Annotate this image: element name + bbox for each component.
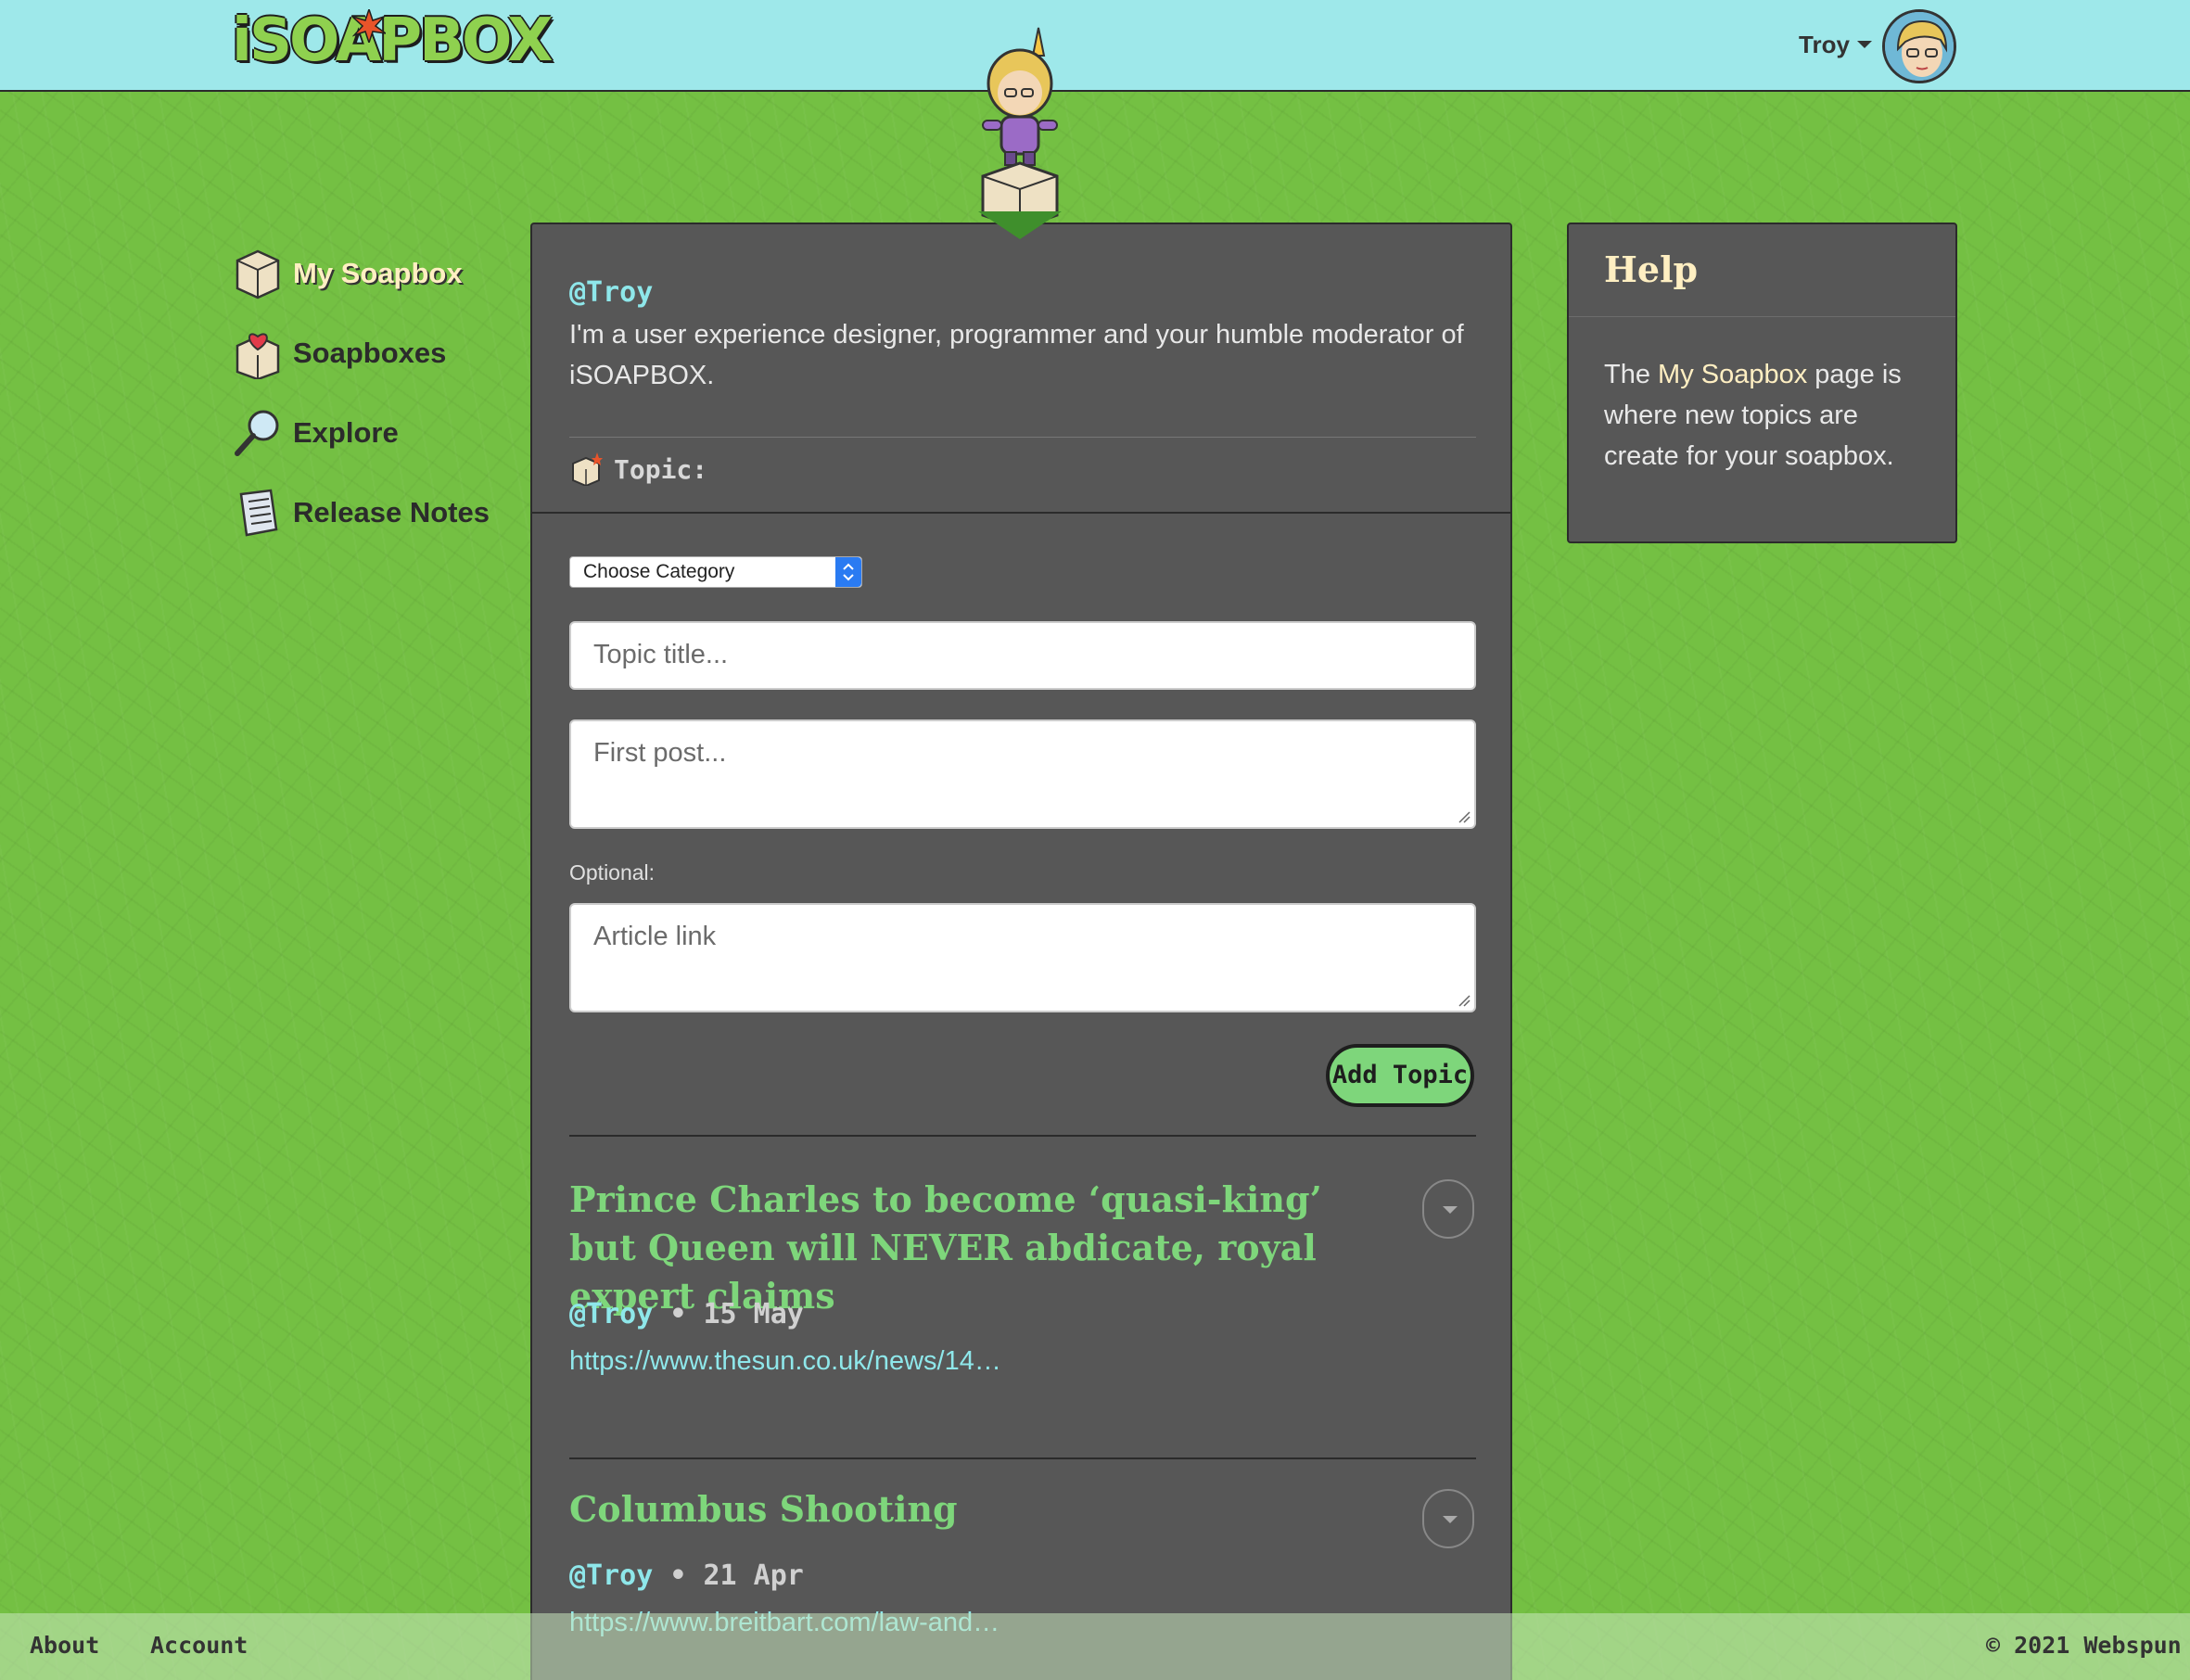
topic-meta: @Troy • 21 Apr [569, 1559, 804, 1592]
help-title: Help [1569, 224, 1955, 317]
panel-notch [978, 211, 1062, 239]
section-divider [532, 512, 1510, 514]
first-post-placeholder: First post... [593, 738, 727, 768]
nav-label: My Soapbox [293, 257, 463, 289]
optional-label: Optional: [569, 860, 656, 885]
add-topic-button[interactable]: Add Topic [1326, 1044, 1474, 1107]
article-link-placeholder: Article link [593, 922, 717, 951]
soapbox-heart-icon [236, 333, 280, 379]
nav-item-release-notes[interactable]: Release Notes [232, 484, 490, 541]
nav-item-my-soapbox[interactable]: My Soapbox [232, 245, 490, 302]
divider [569, 1135, 1476, 1137]
user-name: Troy [1799, 30, 1850, 58]
avatar[interactable] [1882, 9, 1956, 83]
main-panel: @Troy I'm a user experience designer, pr… [530, 223, 1512, 1680]
help-text: The [1604, 360, 1659, 389]
new-topic-icon [572, 452, 603, 486]
divider [569, 437, 1476, 438]
footer-link-account[interactable]: Account [150, 1632, 248, 1659]
chevron-down-icon [1443, 1516, 1458, 1523]
topic-author[interactable]: @Troy [569, 1298, 653, 1330]
help-body: The My Soapbox page is where new topics … [1569, 317, 1955, 514]
category-select[interactable]: Choose Category [569, 556, 862, 588]
mascot-on-soapbox-icon [981, 27, 1059, 228]
copyright: © 2021 Webspun [1986, 1632, 2182, 1659]
topic-menu-button[interactable] [1422, 1489, 1474, 1548]
site-logo[interactable]: iSOAPBOX [232, 9, 553, 72]
notebook-icon [239, 489, 278, 537]
caret-down-icon [1856, 41, 1872, 48]
help-panel: Help The My Soapbox page is where new to… [1567, 223, 1957, 543]
help-my-soapbox-link[interactable]: My Soapbox [1658, 360, 1807, 389]
divider [569, 1457, 1476, 1459]
topic-author[interactable]: @Troy [569, 1559, 653, 1592]
soapbox-box-icon [236, 249, 280, 299]
topic-menu-button[interactable] [1422, 1179, 1474, 1239]
resize-handle-icon[interactable] [1458, 810, 1471, 823]
meta-separator: • [669, 1298, 704, 1330]
profile-bio: I'm a user experience designer, programm… [569, 320, 1464, 390]
footer-link-about[interactable]: About [30, 1632, 99, 1659]
profile-block: @Troy I'm a user experience designer, pr… [569, 276, 1478, 396]
left-nav: My Soapbox Soapboxes Explore Release Not… [232, 245, 490, 564]
avatar-face-icon [1885, 12, 1954, 81]
meta-separator: • [669, 1559, 704, 1592]
article-link-textarea[interactable]: Article link [569, 903, 1476, 1012]
topic-title-placeholder: Topic title... [593, 640, 729, 669]
first-post-textarea[interactable]: First post... [569, 719, 1476, 829]
footer: About Account © 2021 Webspun [0, 1613, 2190, 1680]
nav-item-explore[interactable]: Explore [232, 404, 490, 462]
profile-handle[interactable]: @Troy [569, 276, 1478, 309]
user-menu[interactable]: Troy [1799, 28, 1872, 61]
topic-title-input[interactable]: Topic title... [569, 621, 1476, 690]
select-arrows-icon [835, 557, 861, 587]
topic-date: 15 May [703, 1298, 804, 1330]
top-bar: iSOAPBOX Troy [0, 0, 2190, 92]
topic-title-link[interactable]: Columbus Shooting [569, 1485, 1394, 1534]
magnifier-icon [235, 410, 279, 456]
nav-label: Release Notes [293, 496, 490, 528]
nav-label: Soapboxes [293, 337, 447, 369]
topic-label: Topic: [614, 453, 708, 485]
topic-heading: Topic: [569, 452, 707, 486]
resize-handle-icon[interactable] [1458, 994, 1471, 1007]
topic-article-link[interactable]: https://www.thesun.co.uk/news/14… [569, 1346, 1001, 1377]
logo-burst-icon [352, 9, 386, 43]
category-select-value: Choose Category [583, 561, 735, 582]
nav-item-soapboxes[interactable]: Soapboxes [232, 325, 490, 382]
topic-meta: @Troy • 15 May [569, 1298, 804, 1330]
chevron-down-icon [1443, 1206, 1458, 1214]
nav-label: Explore [293, 416, 399, 449]
topic-date: 21 Apr [703, 1559, 804, 1592]
